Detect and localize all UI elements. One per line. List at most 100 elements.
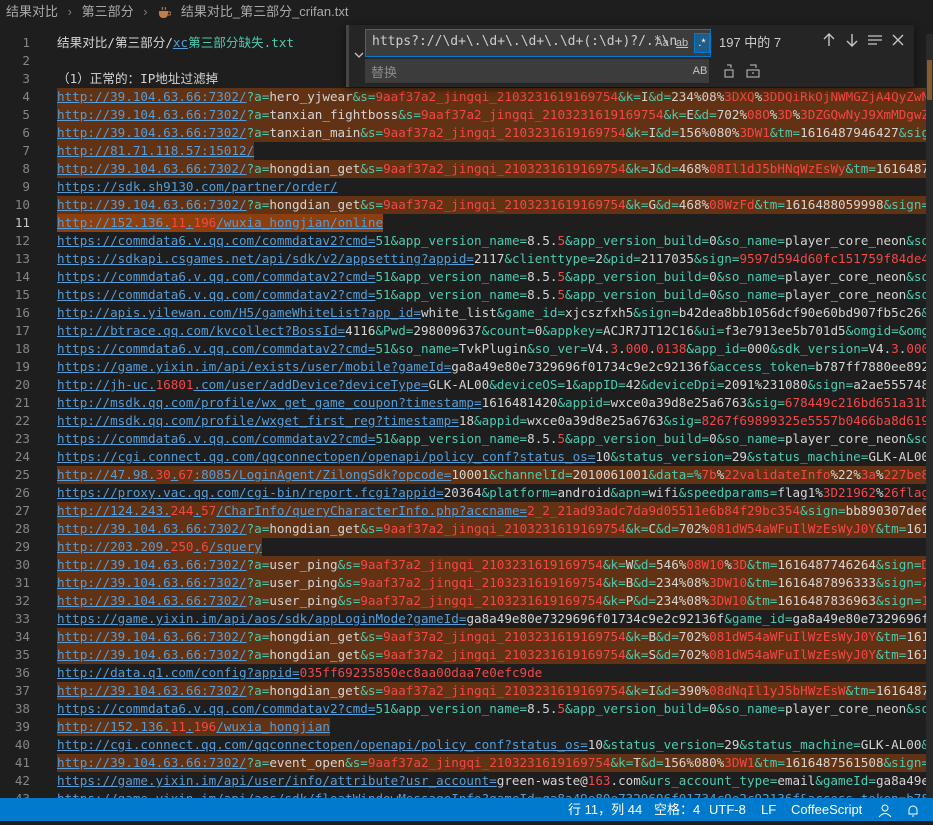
editor-line[interactable]: 16 http://apis.yilewan.com/H5/gameWhiteLi… — [0, 304, 933, 322]
line-number: 20 — [14, 377, 30, 392]
line-content: http://39.104.63.66:7302/?a=hongdian_get… — [57, 682, 933, 700]
line-content: http://39.104.63.66:7302/?a=hongdian_get… — [57, 196, 933, 214]
editor-line[interactable]: 34 http://39.104.63.66:7302/?a=hongdian_g… — [0, 628, 933, 646]
editor-line[interactable]: 8 http://39.104.63.66:7302/?a=hongdian_ge… — [0, 160, 933, 178]
line-number: 17 — [14, 323, 30, 338]
line-number: 9 — [22, 179, 30, 194]
line-content: http://msdk.qq.com/profile/wx_get_game_c… — [57, 395, 933, 410]
match-case-toggle[interactable]: Aa — [654, 34, 670, 52]
line-number: 19 — [14, 359, 30, 374]
line-number: 36 — [14, 665, 30, 680]
breadcrumb-item-folder[interactable]: 结果对比 — [0, 0, 60, 24]
line-content: http://cgi.connect.qq.com/qqconnectopen/… — [57, 737, 933, 752]
editor-line[interactable]: 11 http://152.136.11.196/wuxia_hongjian/o… — [0, 214, 933, 232]
line-number: 30 — [14, 557, 30, 572]
editor-line[interactable]: 13 https://sdkapi.csgames.net/api/sdk/v2/… — [0, 250, 933, 268]
find-in-selection-icon[interactable] — [865, 30, 885, 50]
replace-input[interactable]: 替换 AB — [365, 59, 709, 83]
editor-line[interactable]: 40 http://cgi.connect.qq.com/qqconnectope… — [0, 736, 933, 754]
editor-line[interactable]: 6 http://39.104.63.66:7302/?a=tanxian_mai… — [0, 124, 933, 142]
editor-line[interactable]: 39 http://152.136.11.196/wuxia_hongjian — [0, 718, 933, 736]
cursor-position[interactable]: 行 11，列 44 — [568, 798, 642, 821]
editor-line[interactable]: 23 https://commdata6.v.qq.com/commdatav2?… — [0, 430, 933, 448]
editor-line[interactable]: 4 http://39.104.63.66:7302/?a=hero_yjwear… — [0, 88, 933, 106]
line-content: http://39.104.63.66:7302/?a=hongdian_get… — [57, 646, 933, 664]
editor-line[interactable]: 24 https://cgi.connect.qq.com/qqconnectop… — [0, 448, 933, 466]
editor-line[interactable]: 43 https://game.yixin.im/api/aos/sdk/floa… — [0, 790, 933, 798]
editor-line[interactable]: 28 http://39.104.63.66:7302/?a=hongdian_g… — [0, 520, 933, 538]
editor-line[interactable]: 25 http://47.98.30.67:8085/LoginAgent/Zil… — [0, 466, 933, 484]
editor-line[interactable]: 27 http://124.243.244.57/CharInfo/queryCh… — [0, 502, 933, 520]
editor-line[interactable]: 31 http://39.104.63.66:7302/?a=user_ping&… — [0, 574, 933, 592]
toggle-replace-chevron-icon[interactable] — [353, 49, 365, 63]
line-content: http://39.104.63.66:7302/?a=user_ping&s=… — [57, 574, 933, 592]
vertical-scrollbar[interactable] — [926, 34, 933, 798]
line-content: http://152.136.11.196/wuxia_hongjian — [57, 718, 330, 736]
line-content: https://sdkapi.csgames.net/api/sdk/v2/ap… — [57, 251, 933, 266]
editor-line[interactable]: 33 https://game.yixin.im/api/aos/sdk/appL… — [0, 610, 933, 628]
editor-line[interactable]: 37 http://39.104.63.66:7302/?a=hongdian_g… — [0, 682, 933, 700]
line-number: 26 — [14, 485, 30, 500]
breadcrumb-item-subfolder[interactable]: 第三部分 — [80, 0, 136, 24]
editor-line[interactable]: 9 https://sdk.sh9130.com/partner/order/ — [0, 178, 933, 196]
line-number: 33 — [14, 611, 30, 626]
line-content: https://proxy.vac.qq.com/cgi-bin/report.… — [57, 485, 933, 500]
editor-line[interactable]: 41 http://39.104.63.66:7302/?a=event_open… — [0, 754, 933, 772]
language-mode[interactable]: CoffeeScript — [791, 798, 862, 821]
editor-line[interactable]: 42 https://game.yixin.im/api/user/info/at… — [0, 772, 933, 790]
editor-line[interactable]: 10 http://39.104.63.66:7302/?a=hongdian_g… — [0, 196, 933, 214]
line-number: 29 — [14, 539, 30, 554]
editor-line[interactable]: 32 http://39.104.63.66:7302/?a=user_ping&… — [0, 592, 933, 610]
indentation-setting[interactable]: 空格：4 — [654, 798, 700, 821]
editor-line[interactable]: 14 https://commdata6.v.qq.com/commdatav2?… — [0, 268, 933, 286]
editor-line[interactable]: 30 http://39.104.63.66:7302/?a=user_ping&… — [0, 556, 933, 574]
preserve-case-toggle[interactable]: AB — [691, 62, 709, 80]
previous-match-arrow-up-icon[interactable] — [819, 30, 839, 50]
encoding[interactable]: UTF-8 — [709, 798, 746, 821]
editor-line[interactable]: 18 https://commdata6.v.qq.com/commdatav2?… — [0, 340, 933, 358]
line-number: 10 — [14, 197, 30, 212]
line-number: 2 — [22, 53, 30, 68]
editor-line[interactable]: 22 http://msdk.qq.com/profile/wxget_first… — [0, 412, 933, 430]
line-number: 5 — [22, 107, 30, 122]
line-number: 40 — [14, 737, 30, 752]
breadcrumb-item-file[interactable]: 结果对比_第三部分_crifan.txt — [179, 0, 351, 24]
editor-line[interactable]: 17 http://btrace.qq.com/kvcollect?BossId=… — [0, 322, 933, 340]
editor-line[interactable]: 26 https://proxy.vac.qq.com/cgi-bin/repor… — [0, 484, 933, 502]
line-number: 23 — [14, 431, 30, 446]
notifications-bell-icon[interactable] — [906, 802, 920, 825]
replace-all-icon[interactable] — [743, 61, 763, 81]
line-number: 7 — [22, 143, 30, 158]
line-content: https://commdata6.v.qq.com/commdatav2?cm… — [57, 431, 933, 446]
editor-line[interactable]: 21 http://msdk.qq.com/profile/wx_get_game… — [0, 394, 933, 412]
next-match-arrow-down-icon[interactable] — [842, 30, 862, 50]
editor-line[interactable]: 12 https://commdata6.v.qq.com/commdatav2?… — [0, 232, 933, 250]
editor-line[interactable]: 29 http://203.209.250.6/squery — [0, 538, 933, 556]
editor-line[interactable]: 38 https://commdata6.v.qq.com/commdatav2?… — [0, 700, 933, 718]
feedback-person-icon[interactable] — [878, 802, 892, 825]
editor-line[interactable]: 5 http://39.104.63.66:7302/?a=tanxian_fig… — [0, 106, 933, 124]
line-number: 6 — [22, 125, 30, 140]
line-number: 25 — [14, 467, 30, 482]
close-icon[interactable] — [888, 30, 908, 50]
editor-line[interactable]: 20 http://jh-uc.16801.com/user/addDevice?… — [0, 376, 933, 394]
replace-one-icon[interactable] — [719, 61, 739, 81]
editor[interactable]: 1 结果对比/第三部分/xc第三部分缺失.txt 2 3 （1）正常的：IP地址过滤掉 4… — [0, 34, 933, 798]
line-content: https://commdata6.v.qq.com/commdatav2?cm… — [57, 233, 933, 248]
editor-line[interactable]: 15 https://commdata6.v.qq.com/commdatav2?… — [0, 286, 933, 304]
line-content: https://commdata6.v.qq.com/commdatav2?cm… — [57, 701, 933, 716]
line-number: 15 — [14, 287, 30, 302]
line-ending[interactable]: LF — [761, 798, 776, 821]
editor-line[interactable]: 19 https://game.yixin.im/api/exists/user/… — [0, 358, 933, 376]
find-input[interactable]: https?://\d+\.\d+\.\d+\.\d+(:\d+)?/.*\n … — [365, 29, 711, 57]
line-number: 24 — [14, 449, 30, 464]
whole-word-toggle[interactable]: ab — [674, 34, 690, 52]
editor-line[interactable]: 36 http://data.q1.com/config?appid=035ff6… — [0, 664, 933, 682]
line-content: http://apis.yilewan.com/H5/gameWhiteList… — [57, 305, 933, 320]
regex-toggle[interactable]: .* — [694, 33, 710, 53]
line-content: http://btrace.qq.com/kvcollect?BossId=41… — [57, 323, 933, 338]
editor-line[interactable]: 35 http://39.104.63.66:7302/?a=hongdian_g… — [0, 646, 933, 664]
editor-line[interactable]: 7 http://81.71.118.57:15012/ — [0, 142, 933, 160]
replace-input-placeholder: 替换 — [371, 65, 398, 80]
line-number: 35 — [14, 647, 30, 662]
